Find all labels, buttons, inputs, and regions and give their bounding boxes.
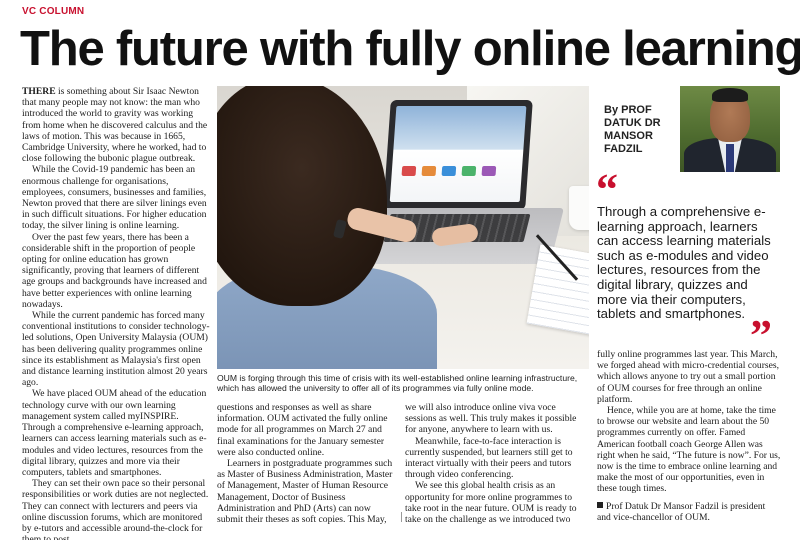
paragraph: THERE is something about Sir Isaac Newto… — [22, 86, 208, 165]
article-column-4: fully online programmes last year. This … — [597, 349, 781, 523]
pull-quote: Through a comprehensive e-learning appro… — [597, 204, 771, 322]
lead-word: THERE — [22, 86, 56, 97]
paragraph: Learners in postgraduate programmes such… — [217, 458, 393, 526]
column-divider — [401, 512, 402, 522]
article-photo — [217, 86, 589, 369]
paragraph: questions and responses as well as share… — [217, 402, 388, 458]
article-column-1: THERE is something about Sir Isaac Newto… — [22, 86, 212, 540]
paragraph: We see this global health crisis as an o… — [405, 480, 577, 526]
paragraph: fully online programmes last year. This … — [597, 349, 780, 405]
paragraph: Hence, while you are at home, take the t… — [597, 405, 781, 495]
section-tag: VC COLUMN — [22, 6, 85, 17]
paragraph: Meanwhile, face-to-face interaction is c… — [405, 435, 573, 481]
article-column-3: we will also introduce online viva voce … — [405, 402, 589, 525]
photo-caption: OUM is forging through this time of cris… — [217, 373, 578, 394]
author-photo — [680, 86, 780, 172]
article-column-2: questions and responses as well as share… — [217, 402, 399, 525]
bullet-square-icon — [597, 501, 603, 508]
author-bio: Prof Datuk Dr Mansor Fadzil is president… — [597, 500, 766, 523]
paragraph: we will also introduce online viva voce … — [405, 402, 577, 436]
byline: By PROF DATUK DR MANSOR FADZIL — [604, 104, 661, 155]
paragraph: While the Covid-19 pandemic has been an … — [22, 164, 207, 232]
paragraph: We have placed OUM ahead of the educatio… — [22, 388, 207, 478]
paragraph: They can set their own pace so their per… — [22, 478, 209, 540]
paragraph: While the current pandemic has forced ma… — [22, 310, 210, 389]
mug — [569, 186, 589, 230]
headline: The future with fully online learning — [20, 22, 800, 76]
paragraph: Over the past few years, there has been … — [22, 231, 207, 310]
laptop-screen — [383, 100, 533, 210]
